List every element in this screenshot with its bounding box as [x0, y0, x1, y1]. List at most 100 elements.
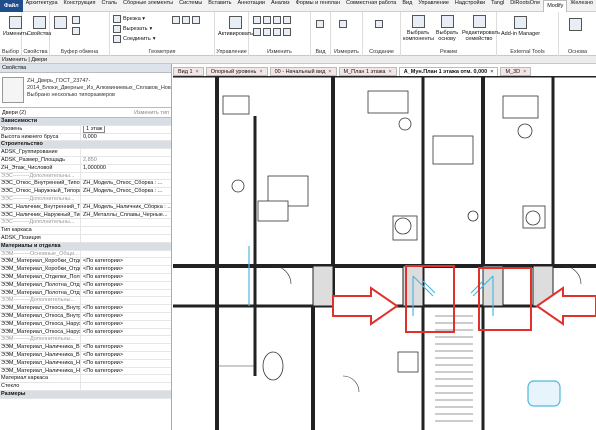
edit-family-button[interactable]: Редактировать семейство	[462, 15, 500, 42]
property-value[interactable]	[80, 227, 171, 234]
property-value[interactable]	[80, 375, 171, 383]
menu-tab-9[interactable]: Совместная работа	[343, 0, 399, 12]
view-tab-1[interactable]: Опорный уровень ×	[205, 67, 268, 76]
property-row[interactable]: ЭЭМ_Материал_Полотна_Отде... <По категори…	[0, 289, 171, 298]
view-tab-2[interactable]: 00 - Начальный вид ×	[269, 67, 337, 76]
close-tab-icon[interactable]: ×	[196, 68, 199, 75]
property-value[interactable]: <По категории>	[80, 351, 171, 359]
copy-button[interactable]	[72, 27, 80, 35]
property-row[interactable]: ЭЭМ_Материал_Откоса_Наруж... <По категори…	[0, 320, 171, 329]
property-value[interactable]: ZH_Модель_Откос_Сборка : ...	[80, 188, 171, 195]
menu-tab-12[interactable]: Надстройки	[452, 0, 488, 12]
floor-plan[interactable]	[173, 76, 596, 430]
property-value[interactable]: 1,000000	[80, 164, 171, 172]
close-tab-icon[interactable]: ×	[523, 68, 526, 75]
drawing-canvas[interactable]	[173, 76, 596, 430]
property-value[interactable]	[80, 172, 171, 180]
select-dropdown[interactable]: Выбор	[0, 49, 21, 55]
select-base-button[interactable]: Выбрать основу	[434, 15, 460, 42]
property-group[interactable]: Зависимости	[0, 118, 171, 126]
menu-tab-16[interactable]: Железно	[567, 0, 596, 12]
addin-manager-button[interactable]: Add-in Manager	[501, 16, 540, 37]
property-value[interactable]: <По категории>	[80, 305, 171, 312]
property-row[interactable]: Тип каркаса	[0, 227, 171, 235]
property-row[interactable]: ЭЭМ_Материал_Наличника_Вну...<По категор…	[0, 344, 171, 352]
menu-tab-2[interactable]: Сталь	[98, 0, 120, 12]
property-value[interactable]: <По категории>	[80, 320, 171, 328]
property-row[interactable]: ADSK_Размер_Площадь 2,850	[0, 156, 171, 165]
paste-button[interactable]	[54, 16, 67, 29]
menu-tab-13[interactable]: Tangl	[488, 0, 507, 12]
property-value[interactable]: ZH_Модель_Наличник_Сборка : ...	[80, 203, 171, 211]
view-tab-4[interactable]: А_Мун.План 1 этажа отм. 0,000 ×	[398, 67, 499, 76]
property-row[interactable]: ЭЭС_Наличник_Наружный_Типо...ZH_Металлы_…	[0, 211, 171, 220]
select-components-button[interactable]: Выбрать компоненты	[403, 15, 434, 42]
create-button[interactable]	[375, 20, 383, 28]
geometry-tools-button[interactable]	[172, 16, 200, 24]
property-group[interactable]: Строительство	[0, 141, 171, 150]
property-value[interactable]	[80, 234, 171, 242]
type-selector[interactable]: ZH_Дверь_ГОСТ_23747-2014_Блоки_Дверные_И…	[0, 73, 171, 108]
property-row[interactable]: ZH_Этаж_Числовой 1,000000	[0, 164, 171, 173]
property-row[interactable]: ЭЭС---------Дополнительны...	[0, 172, 171, 181]
close-tab-icon[interactable]: ×	[490, 68, 493, 76]
property-row[interactable]: ЭЭС---------Дополнительны...	[0, 219, 171, 228]
notch-button[interactable]: Врезка ▾	[113, 15, 145, 23]
property-value[interactable]: <По категории>	[80, 367, 171, 375]
measure-button[interactable]	[339, 20, 347, 28]
property-row[interactable]: ЭЭМ_Материал_Наличника_Нар...<По категор…	[0, 359, 171, 368]
menu-tab-7[interactable]: Анализ	[268, 0, 293, 12]
join-button[interactable]: Соединить ▾	[113, 35, 156, 43]
property-row[interactable]: ЭЭС_Откос_Внутренний_Типора...ZH_Модель_…	[0, 180, 171, 189]
property-row[interactable]: ADSK_Группирование	[0, 149, 171, 157]
property-row[interactable]: ЭЭМ---------Дополнительны...	[0, 336, 171, 345]
property-row[interactable]: ЭЭМ_Материал_Откоса_Наруж... <По категори…	[0, 328, 171, 337]
menu-tab-8[interactable]: Формы и генплан	[293, 0, 343, 12]
property-row[interactable]: ЭЭС---------Дополнительны...	[0, 195, 171, 204]
menu-tab-11[interactable]: Управление	[415, 0, 452, 12]
selection-filter[interactable]: Двери (2) Изменить тип	[0, 108, 171, 118]
property-row[interactable]: ЭЭМ_Материал_Коробки_Отде... <По категори…	[0, 266, 171, 274]
property-value[interactable]: 2,850	[80, 156, 171, 164]
menu-tab-3[interactable]: Сборные элементы	[120, 0, 176, 12]
property-value[interactable]: <По категории>	[80, 312, 171, 320]
property-value[interactable]: <По категории>	[80, 273, 171, 281]
property-group[interactable]: Размеры	[0, 390, 171, 399]
property-value[interactable]: ZH_Модель_Откос_Сборка : ...	[80, 180, 171, 188]
property-value[interactable]	[80, 149, 171, 156]
property-group[interactable]: Материалы и отделка	[0, 242, 171, 251]
property-value[interactable]: <По категории>	[80, 344, 171, 351]
cut-geometry-button[interactable]: Вырезать ▾	[113, 25, 152, 33]
property-row[interactable]: ЭЭМ_Материал_Наличника_Вну...<По категор…	[0, 351, 171, 360]
property-row[interactable]: ЭЭМ_Материал_Откоса_Внутре...<По категор…	[0, 305, 171, 313]
menu-tab-6[interactable]: Аннотации	[235, 0, 269, 12]
property-row[interactable]: Высота нижнего бруса 0,000	[0, 133, 171, 142]
property-value[interactable]: <По категории>	[80, 289, 171, 297]
property-row[interactable]: ЭЭМ_Материал_Коробки_Отде... <По категори…	[0, 258, 171, 267]
property-row[interactable]: Уровень 1 этаж	[0, 125, 171, 134]
property-value[interactable]: ZH_Металлы_Сплавы_Черные...	[80, 211, 171, 219]
property-value[interactable]: <По категории>	[80, 258, 171, 266]
modify-tools-button-2[interactable]	[253, 28, 291, 36]
property-value[interactable]: <По категории>	[80, 359, 171, 367]
menu-tab-0[interactable]: Архитектура	[23, 0, 61, 12]
property-value[interactable]	[80, 195, 171, 203]
property-value[interactable]	[80, 297, 171, 305]
property-row[interactable]: ЭЭМ---------Основные_Общи...	[0, 250, 171, 259]
property-row[interactable]: ЭЭС_Откос_Наружный_Типораз...ZH_Модель_О…	[0, 188, 171, 196]
menu-tab-1[interactable]: Конструкция	[61, 0, 99, 12]
properties-button[interactable]: Свойства	[27, 16, 51, 37]
close-tab-icon[interactable]: ×	[328, 68, 331, 75]
view-tab-5[interactable]: М_3D ×	[500, 67, 532, 76]
property-row[interactable]: Материал каркаса	[0, 375, 171, 384]
cut-button[interactable]	[72, 16, 80, 24]
edit-type-button[interactable]: Изменить тип	[134, 110, 169, 116]
file-tab[interactable]: Файл	[0, 0, 23, 12]
menu-tab-10[interactable]: Вид	[399, 0, 415, 12]
property-value[interactable]	[80, 383, 171, 390]
property-row[interactable]: ЭЭМ---------Дополнительны...	[0, 297, 171, 306]
menu-tab-4[interactable]: Системы	[176, 0, 205, 12]
menu-tab-14[interactable]: DiRootsOne	[507, 0, 543, 12]
property-value[interactable]: <По категории>	[80, 266, 171, 273]
property-row[interactable]: ЭЭС_Наличник_Внутренний_Тип...ZH_Модель_…	[0, 203, 171, 212]
